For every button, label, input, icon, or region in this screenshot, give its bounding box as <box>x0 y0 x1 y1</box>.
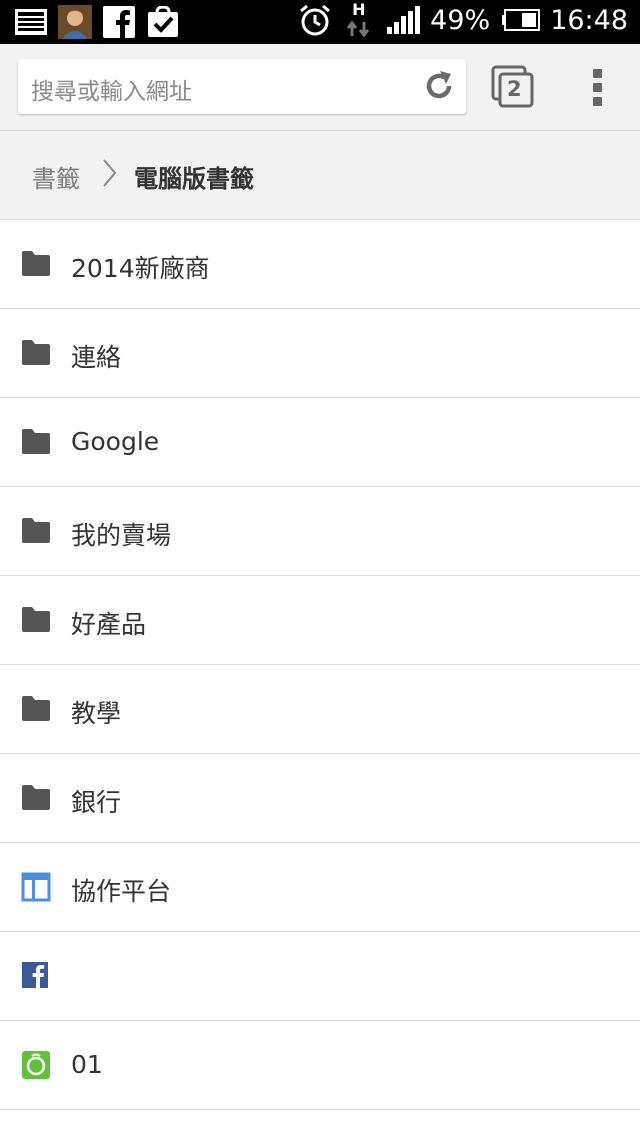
list-item[interactable]: 連絡 <box>0 309 640 398</box>
browser-toolbar: 搜尋或輸入網址 2 <box>0 44 640 131</box>
battery-icon <box>500 4 541 36</box>
list-item[interactable]: Google <box>0 398 640 487</box>
list-item[interactable]: 教學 <box>0 665 640 754</box>
list-item[interactable]: 2014新廠商 <box>0 220 640 309</box>
alarm-icon <box>298 4 332 36</box>
omnibox[interactable]: 搜尋或輸入網址 <box>18 59 466 114</box>
bookmark-label: 01 <box>71 1050 103 1079</box>
green-favicon-icon <box>21 1050 51 1079</box>
breadcrumb-current: 電腦版書籤 <box>134 165 254 193</box>
breadcrumb-root[interactable]: 書籤 <box>32 159 80 194</box>
folder-icon <box>21 249 51 277</box>
list-item[interactable]: 好產品 <box>0 576 640 665</box>
sites-favicon-icon <box>21 872 51 902</box>
folder-icon <box>21 783 51 811</box>
bookmark-label: Google <box>71 427 160 456</box>
avatar-notification-icon <box>58 5 92 39</box>
battery-percent: 49% <box>430 4 491 36</box>
list-item[interactable]: 01 <box>0 1021 640 1110</box>
tab-count: 2 <box>507 77 522 101</box>
folder-icon <box>21 516 51 544</box>
bookmark-label: 我的賣場 <box>71 521 172 550</box>
folder-icon <box>21 694 51 722</box>
bookmark-label: 銀行 <box>71 788 122 817</box>
overflow-menu-icon[interactable] <box>590 66 606 108</box>
bookmark-label: 好產品 <box>71 610 147 639</box>
bookmark-label: 協作平台 <box>71 877 172 906</box>
data-arrows-icon: H <box>342 0 376 38</box>
reload-icon[interactable] <box>422 69 456 103</box>
breadcrumb: 書籤 電腦版書籤 <box>0 131 640 220</box>
clock: 16:48 <box>550 4 628 36</box>
folder-icon <box>21 338 51 366</box>
folder-icon <box>21 427 51 455</box>
bookmark-label: 連絡 <box>71 343 122 372</box>
chevron-right-icon <box>100 158 118 188</box>
bookmark-label: 教學 <box>71 699 122 728</box>
bookmark-list: 2014新廠商 連絡 Google 我的賣場 好產品 教學 銀行 協作平台 01 <box>0 220 640 1110</box>
list-item[interactable] <box>0 932 640 1021</box>
facebook-icon <box>102 6 136 38</box>
list-item[interactable]: 銀行 <box>0 754 640 843</box>
tab-switcher-icon[interactable]: 2 <box>490 64 536 110</box>
list-item[interactable]: 協作平台 <box>0 843 640 932</box>
task-check-icon <box>146 6 180 38</box>
gallery-icon <box>14 6 48 38</box>
bookmark-label: 2014新廠商 <box>71 254 210 283</box>
list-item[interactable]: 我的賣場 <box>0 487 640 576</box>
folder-icon <box>21 605 51 633</box>
omnibox-placeholder[interactable]: 搜尋或輸入網址 <box>31 72 192 106</box>
facebook-favicon-icon <box>21 961 51 989</box>
status-bar: H 49% 16:48 <box>0 0 640 44</box>
signal-icon <box>386 4 421 36</box>
